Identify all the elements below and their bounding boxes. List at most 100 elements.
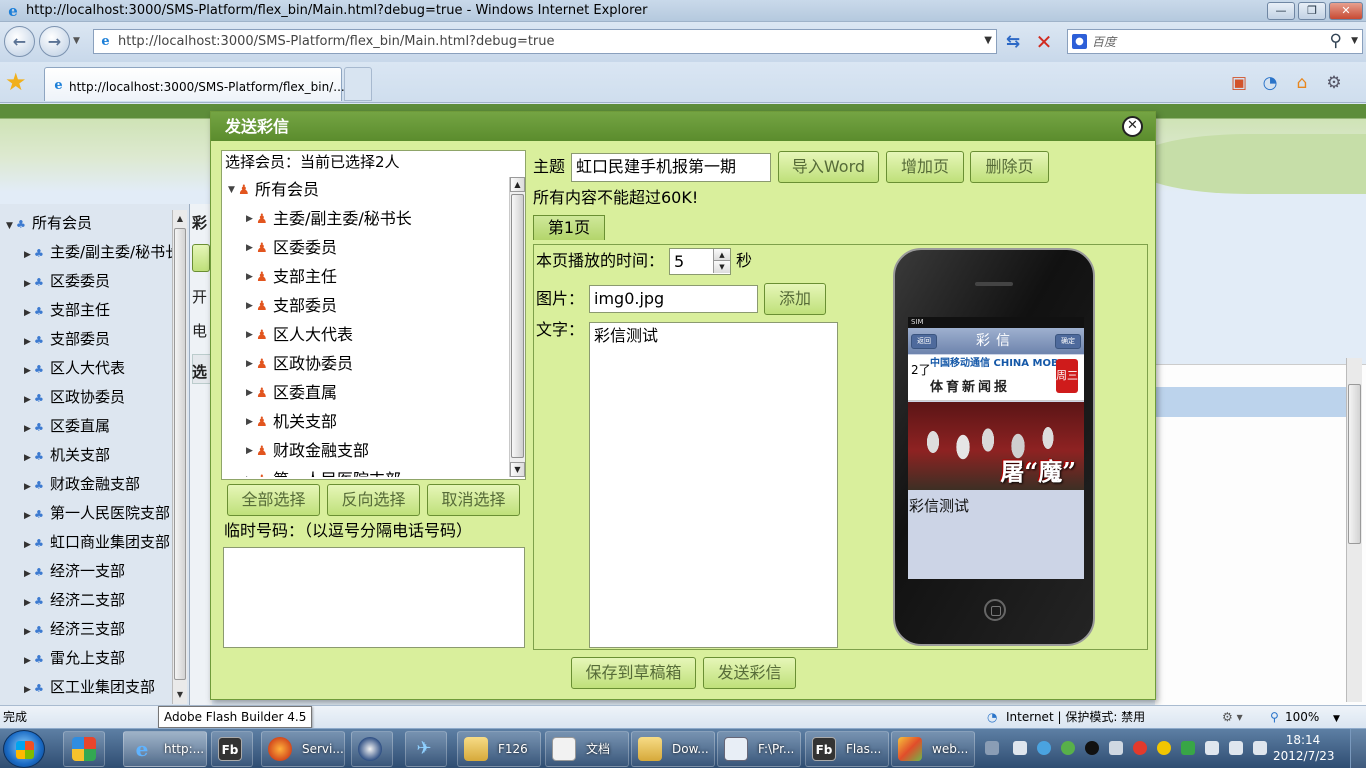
expand-right-icon[interactable]: ▶ <box>246 352 256 377</box>
expand-right-icon[interactable]: ▶ <box>246 265 256 290</box>
network-icon[interactable] <box>1229 741 1243 755</box>
member-tree-item[interactable]: ▼ ♟ 所有会员 <box>228 177 319 202</box>
restore-button[interactable]: ❐ <box>1298 2 1326 20</box>
member-tree-item[interactable]: ▶♟第一人民医院支部 <box>246 467 401 477</box>
expand-right-icon[interactable]: ▶ <box>24 534 34 556</box>
app-tree-item[interactable]: ▶ ♣ 第一人民医院支部 <box>24 502 170 524</box>
stop-icon[interactable]: ✕ <box>1033 31 1055 53</box>
scroll-thumb[interactable] <box>511 194 524 458</box>
app-grid-selected-row[interactable] <box>1155 387 1348 417</box>
show-desktop-button[interactable] <box>1350 729 1366 768</box>
url-text[interactable]: http://localhost:3000/SMS-Platform/flex_… <box>118 34 555 50</box>
app-tree-item[interactable]: ▶ ♣ 机关支部 <box>24 444 110 466</box>
expand-down-icon[interactable]: ▼ <box>6 215 16 237</box>
zoom-level[interactable]: 100% <box>1285 710 1319 725</box>
minimize-button[interactable]: — <box>1267 2 1295 20</box>
expand-down-icon[interactable]: ▼ <box>228 178 238 203</box>
taskbar-apps-launcher[interactable] <box>63 731 105 767</box>
scroll-down-icon[interactable]: ▼ <box>510 462 525 477</box>
add-image-button[interactable]: 添加 <box>764 283 826 315</box>
taskbar-item-plane[interactable]: ✈ <box>405 731 447 767</box>
expand-right-icon[interactable]: ▶ <box>24 592 34 614</box>
tray-icon[interactable] <box>1061 741 1075 755</box>
play-time-stepper[interactable]: 5 ▲ ▼ <box>669 248 731 275</box>
close-window-button[interactable]: ✕ <box>1329 2 1363 20</box>
app-tree-item[interactable]: ▶ ♣ 虹口商业集团支部 <box>24 531 170 553</box>
taskbar-item-web[interactable]: web... <box>891 731 975 767</box>
taskbar-item-downloads[interactable]: Dow... <box>631 731 715 767</box>
cancel-select-button[interactable]: 取消选择 <box>427 484 520 516</box>
subject-input[interactable]: 虹口民建手机报第一期 <box>571 153 771 182</box>
favorites-star-icon[interactable]: ★ <box>5 69 27 95</box>
tab-page-1[interactable]: 第1页 <box>533 215 605 240</box>
expand-right-icon[interactable]: ▶ <box>24 331 34 353</box>
add-page-button[interactable]: 增加页 <box>886 151 964 183</box>
expand-right-icon[interactable]: ▶ <box>246 468 256 477</box>
member-tree-item[interactable]: ▶ ♟ 支部主任 <box>246 264 337 289</box>
import-word-button[interactable]: 导入Word <box>778 151 879 183</box>
stepper-down-icon[interactable]: ▼ <box>713 261 730 273</box>
expand-right-icon[interactable]: ▶ <box>24 447 34 469</box>
forward-button[interactable]: → <box>39 26 70 57</box>
expand-right-icon[interactable]: ▶ <box>24 389 34 411</box>
app-tree-item[interactable]: ▶ ♣ 区委委员 <box>24 270 110 292</box>
temp-numbers-input[interactable] <box>223 547 525 648</box>
save-draft-button[interactable]: 保存到草稿箱 <box>571 657 696 689</box>
taskbar-item-firefox[interactable]: Servi... <box>261 731 345 767</box>
tray-icon[interactable] <box>1013 741 1027 755</box>
zoom-icon[interactable]: ⚲ <box>1270 710 1279 725</box>
search-icon[interactable]: ⚲ <box>1330 31 1342 51</box>
app-tree-scrollbar[interactable]: ▲ ▼ <box>172 210 187 704</box>
send-mms-button[interactable]: 发送彩信 <box>703 657 796 689</box>
taskbar-item-folder-f126[interactable]: F126 <box>457 731 541 767</box>
home-icon[interactable]: ⌂ <box>1290 71 1314 95</box>
app-tree-item[interactable]: ▶ ♣ 区政协委员 <box>24 386 125 408</box>
member-tree-item[interactable]: ▶ ♟ 机关支部 <box>246 409 337 434</box>
app-tree-item[interactable]: ▶ ♣ 区工业集团支部 <box>24 676 155 698</box>
app-tree-item[interactable]: ▶ ♣ 经济二支部 <box>24 589 125 611</box>
tray-icon[interactable] <box>1157 741 1171 755</box>
app-partial-button[interactable] <box>192 244 210 272</box>
address-dropdown-icon[interactable]: ▼ <box>984 35 992 46</box>
expand-right-icon[interactable]: ▶ <box>24 650 34 672</box>
image-input[interactable]: img0.jpg <box>589 285 758 313</box>
zoom-dropdown-icon[interactable]: ▼ <box>1333 712 1340 727</box>
shield-icon[interactable] <box>1181 741 1195 755</box>
app-tree-item[interactable]: ▶ ♣ 区委直属 <box>24 415 110 437</box>
select-all-button[interactable]: 全部选择 <box>227 484 320 516</box>
scroll-up-icon[interactable]: ▲ <box>510 177 525 192</box>
member-tree-item[interactable]: ▶ ♟ 财政金融支部 <box>246 438 369 463</box>
search-dropdown-icon[interactable]: ▼ <box>1351 36 1358 46</box>
app-tree-item[interactable]: ▶ ♣ 经济三支部 <box>24 618 125 640</box>
app-tree-item[interactable]: ▶ ♣ 支部主任 <box>24 299 110 321</box>
app-tree-item[interactable]: ▶ ♣ 区人大代表 <box>24 357 125 379</box>
start-button[interactable] <box>3 730 45 768</box>
expand-right-icon[interactable]: ▶ <box>24 360 34 382</box>
clock[interactable]: 18:14 2012/7/23 <box>1273 732 1335 764</box>
expand-right-icon[interactable]: ▶ <box>24 505 34 527</box>
expand-right-icon[interactable]: ▶ <box>24 621 34 643</box>
tray-icon[interactable] <box>1205 741 1219 755</box>
app-tree-item[interactable]: ▶ ♣ 雷允上支部 <box>24 647 125 669</box>
expand-right-icon[interactable]: ▶ <box>24 563 34 585</box>
expand-right-icon[interactable]: ▶ <box>24 244 34 266</box>
globe-icon[interactable]: ◔ <box>1258 71 1282 95</box>
expand-right-icon[interactable]: ▶ <box>246 381 256 406</box>
expand-right-icon[interactable]: ▶ <box>24 273 34 295</box>
taskbar-item-ie[interactable]: e http:... <box>123 731 207 767</box>
protected-mode-icon[interactable]: ⚙ ▾ <box>1222 710 1243 725</box>
member-tree-item[interactable]: ▶ ♟ 区委直属 <box>246 380 337 405</box>
refresh-icon[interactable]: ⇆ <box>1001 31 1025 53</box>
expand-right-icon[interactable]: ▶ <box>24 302 34 324</box>
tray-icon[interactable] <box>1037 741 1051 755</box>
member-tree-item[interactable]: ▶ ♟ 支部委员 <box>246 293 337 318</box>
zone-text[interactable]: Internet | 保护模式: 禁用 <box>1006 710 1145 725</box>
search-placeholder[interactable]: 百度 <box>1092 34 1116 50</box>
new-tab-button[interactable] <box>344 67 372 101</box>
app-tree-item[interactable]: ▶ ♣ 支部委员 <box>24 328 110 350</box>
member-tree-item[interactable]: ▶ ♟ 区政协委员 <box>246 351 353 376</box>
close-icon[interactable]: ✕ <box>1122 116 1143 137</box>
invert-select-button[interactable]: 反向选择 <box>327 484 420 516</box>
tray-icon[interactable] <box>1133 741 1147 755</box>
expand-right-icon[interactable]: ▶ <box>246 410 256 435</box>
